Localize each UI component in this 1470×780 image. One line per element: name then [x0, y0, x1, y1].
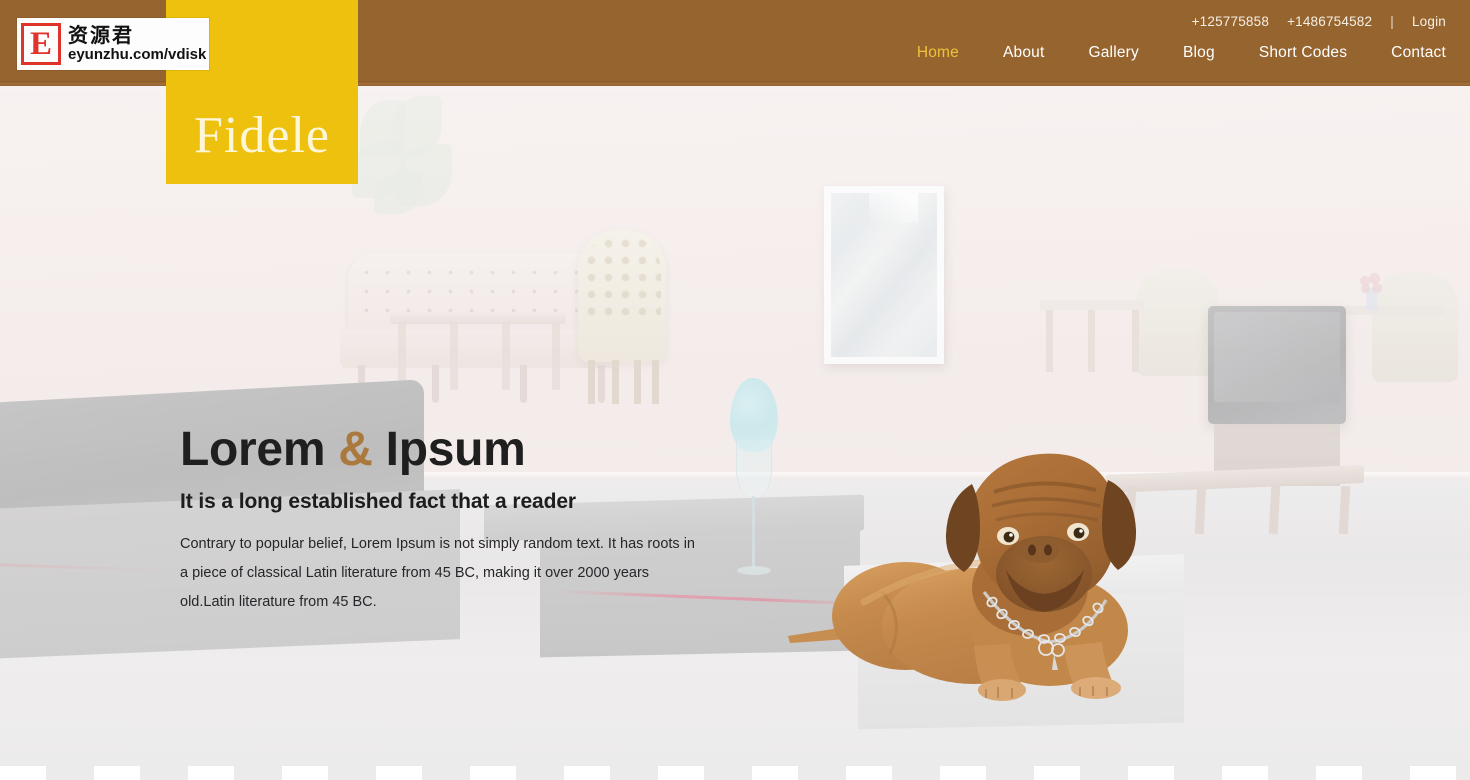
login-link[interactable]: Login — [1412, 14, 1446, 29]
mirror-glass — [831, 193, 937, 357]
armchair-right-b — [1372, 272, 1458, 382]
topbar-separator: | — [1390, 14, 1394, 29]
dog-photo — [788, 453, 1137, 701]
wall-mirror — [824, 186, 944, 364]
nav-item-contact[interactable]: Contact — [1391, 44, 1446, 62]
watermark-url: eyunzhu.com/vdisk — [68, 45, 207, 63]
nav-item-short-codes[interactable]: Short Codes — [1259, 44, 1347, 62]
brand-name: Fidele — [194, 107, 330, 164]
watermark-text-group: 资源君 eyunzhu.com/vdisk — [68, 22, 207, 64]
vase-bloom — [1361, 284, 1370, 293]
phone-number-secondary[interactable]: +1486754582 — [1287, 14, 1372, 29]
coffee-table-legs — [394, 324, 564, 390]
hero-paragraph: Contrary to popular belief, Lorem Ipsum … — [180, 535, 695, 610]
hero-title-ampersand: & — [338, 423, 373, 476]
side-table-legs — [1044, 310, 1140, 372]
coffee-table-top — [390, 312, 566, 324]
top-contact-bar: +125775858 +1486754582 | Login — [1192, 14, 1446, 29]
armchair-legs — [586, 360, 660, 404]
hero-content: Lorem & Ipsum It is a long established f… — [180, 424, 740, 617]
nav-item-blog[interactable]: Blog — [1183, 44, 1215, 62]
watermark-chinese-text: 资源君 — [68, 22, 134, 47]
glass-stem — [752, 496, 755, 568]
nav-item-home[interactable]: Home — [917, 44, 959, 62]
hero-title-part1: Lorem — [180, 423, 326, 476]
nav-item-about[interactable]: About — [1003, 44, 1045, 62]
hero-subtitle: It is a long established fact that a rea… — [180, 489, 576, 513]
vase-bloom — [1372, 283, 1382, 293]
hero-title-part2: Ipsum — [385, 423, 526, 476]
potted-plant — [352, 96, 458, 214]
flower-vase — [1358, 273, 1384, 310]
armchair-right-a — [1137, 268, 1219, 376]
hero-title: Lorem & Ipsum — [180, 424, 740, 476]
glass-foot — [737, 566, 771, 575]
side-table — [1040, 300, 1144, 310]
bottom-dash-strip — [0, 766, 1470, 780]
phone-number-primary[interactable]: +125775858 — [1192, 14, 1269, 29]
watermark-e-logo: E — [21, 23, 61, 65]
main-navigation[interactable]: Home About Gallery Blog Short Codes Contact — [917, 44, 1446, 62]
watermark-badge: E 资源君 eyunzhu.com/vdisk — [17, 18, 209, 70]
patterned-armchair — [578, 230, 666, 362]
nav-item-gallery[interactable]: Gallery — [1088, 44, 1139, 62]
television-set — [1208, 306, 1346, 424]
glass-bowl — [736, 440, 772, 498]
